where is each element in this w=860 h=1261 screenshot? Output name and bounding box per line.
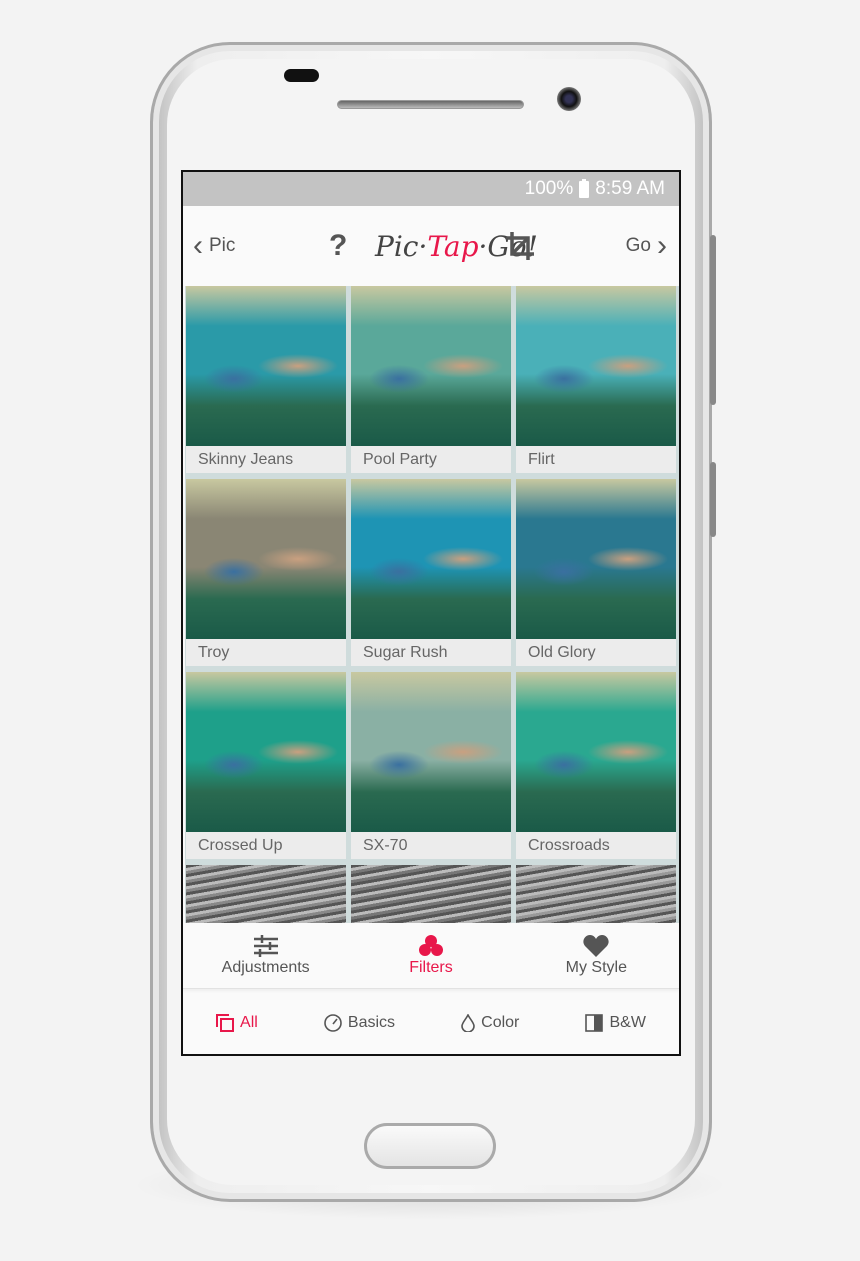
filter-preview-image <box>516 865 676 923</box>
status-bar: 100% 8:59 AM <box>183 172 679 206</box>
subtab-basics[interactable]: Basics <box>324 1014 395 1032</box>
drop-icon <box>461 1014 475 1032</box>
home-button[interactable] <box>364 1123 496 1169</box>
filter-category-tabs: All Basics Color B&W <box>183 990 679 1054</box>
filter-label: SX-70 <box>351 832 511 859</box>
sliders-icon <box>253 934 278 957</box>
clock: 8:59 AM <box>595 178 665 199</box>
battery-icon <box>579 178 590 198</box>
filter-preview-image <box>516 672 676 832</box>
volume-button <box>710 235 716 405</box>
gauge-icon <box>324 1014 342 1032</box>
filter-tile[interactable]: Crossed Up <box>186 672 346 859</box>
crop-button[interactable] <box>505 206 535 286</box>
filter-label: Crossed Up <box>186 832 346 859</box>
copy-icon <box>216 1014 235 1032</box>
filter-preview-image <box>186 479 346 639</box>
filter-label: Pool Party <box>351 446 511 473</box>
filter-tile[interactable] <box>516 865 676 923</box>
help-button[interactable]: ? <box>329 206 347 286</box>
subtab-color[interactable]: Color <box>461 1014 519 1032</box>
sensor <box>284 69 319 82</box>
tab-label: My Style <box>565 958 627 976</box>
chevron-right-icon: › <box>657 229 667 262</box>
filter-tile[interactable]: Sugar Rush <box>351 479 511 666</box>
filter-tile[interactable]: Flirt <box>516 286 676 473</box>
filter-preview-image <box>186 286 346 446</box>
bottom-tabs: Adjustments Filters My Style <box>183 923 679 989</box>
filter-preview-image <box>186 672 346 832</box>
top-bar: ‹ Pic ? Pic · Tap · Go! Go › <box>183 206 679 286</box>
tab-filters[interactable]: Filters <box>348 923 513 988</box>
screen: 100% 8:59 AM ‹ Pic ? Pic · Tap · Go! Go › Skin… <box>181 170 681 1056</box>
filter-preview-image <box>351 672 511 832</box>
filter-tile[interactable] <box>186 865 346 923</box>
back-button[interactable]: ‹ Pic <box>193 206 235 286</box>
tab-my-style[interactable]: My Style <box>514 923 679 988</box>
filter-tile[interactable]: Crossroads <box>516 672 676 859</box>
filter-tile[interactable]: Pool Party <box>351 286 511 473</box>
filter-tile[interactable] <box>351 865 511 923</box>
filter-label: Old Glory <box>516 639 676 666</box>
filter-label: Crossroads <box>516 832 676 859</box>
filter-preview-image <box>186 865 346 923</box>
filter-tile[interactable]: Old Glory <box>516 479 676 666</box>
battery-percent: 100% <box>524 178 574 199</box>
chevron-left-icon: ‹ <box>193 229 203 262</box>
earpiece-speaker <box>337 100 524 109</box>
back-label: Pic <box>209 235 236 256</box>
filter-tile[interactable]: SX-70 <box>351 672 511 859</box>
filter-label: Skinny Jeans <box>186 446 346 473</box>
filter-preview-image <box>351 865 511 923</box>
filter-label: Flirt <box>516 446 676 473</box>
filter-label: Troy <box>186 639 346 666</box>
tab-label: Filters <box>409 958 453 976</box>
next-label: Go <box>625 235 651 256</box>
next-button[interactable]: Go › <box>626 206 667 286</box>
filter-preview-image <box>516 286 676 446</box>
filter-tile[interactable]: Skinny Jeans <box>186 286 346 473</box>
filter-grid[interactable]: Skinny Jeans Pool Party Flirt Troy Sugar Rus… <box>185 286 679 923</box>
subtab-all[interactable]: All <box>216 1014 258 1032</box>
filter-preview-image <box>351 286 511 446</box>
filter-tile[interactable]: Troy <box>186 479 346 666</box>
heart-icon <box>583 934 609 957</box>
filter-preview-image <box>516 479 676 639</box>
clover-icon <box>418 934 443 956</box>
filter-preview-image <box>351 479 511 639</box>
half-square-icon <box>585 1014 604 1032</box>
filter-label: Sugar Rush <box>351 639 511 666</box>
tab-adjustments[interactable]: Adjustments <box>183 923 348 988</box>
tab-label: Adjustments <box>221 958 310 976</box>
power-button <box>710 462 716 537</box>
subtab-bw[interactable]: B&W <box>585 1014 646 1032</box>
crop-icon <box>506 232 534 260</box>
front-camera <box>557 87 581 111</box>
